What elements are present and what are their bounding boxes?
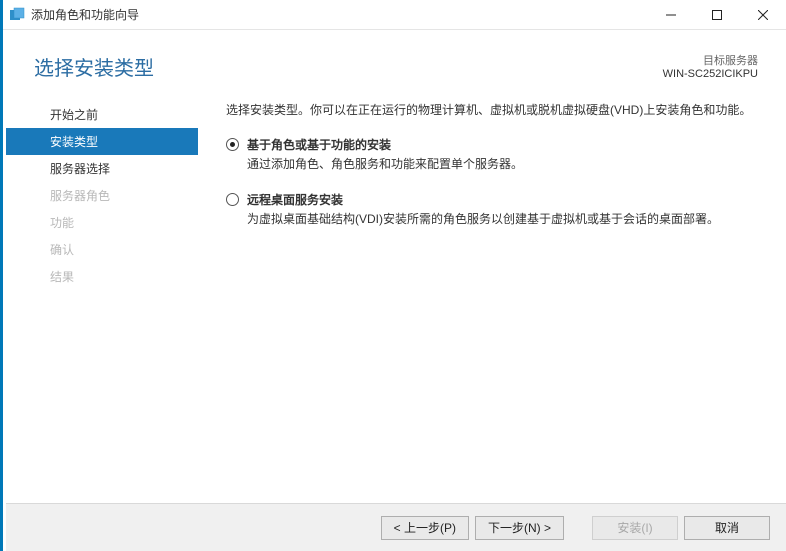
content-area: 选择安装类型 目标服务器 WIN-SC252ICIKPU 开始之前 安装类型 服… — [6, 30, 786, 503]
cancel-button[interactable]: 取消 — [684, 516, 770, 540]
nav-before-you-begin[interactable]: 开始之前 — [6, 101, 198, 128]
maximize-button[interactable] — [694, 0, 740, 30]
install-button: 安装(I) — [592, 516, 678, 540]
option-role-based-title: 基于角色或基于功能的安装 — [247, 136, 758, 153]
option-rds-body: 远程桌面服务安装 为虚拟桌面基础结构(VDI)安装所需的角色服务以创建基于虚拟机… — [247, 191, 758, 228]
radio-role-based[interactable] — [226, 138, 239, 151]
minimize-button[interactable] — [648, 0, 694, 30]
nav-results: 结果 — [6, 263, 198, 290]
titlebar: 添加角色和功能向导 — [3, 0, 786, 30]
nav-installation-type[interactable]: 安装类型 — [6, 128, 198, 155]
body: 开始之前 安装类型 服务器选择 服务器角色 功能 确认 结果 选择安装类型。你可… — [6, 95, 786, 503]
app-icon — [9, 7, 25, 23]
target-label: 目标服务器 — [663, 52, 758, 68]
target-info: 目标服务器 WIN-SC252ICIKPU — [663, 52, 758, 80]
radio-rds[interactable] — [226, 193, 239, 206]
prev-button[interactable]: < 上一步(P) — [381, 516, 469, 540]
target-name: WIN-SC252ICIKPU — [663, 68, 758, 80]
page-title: 选择安装类型 — [34, 52, 154, 81]
main-panel: 选择安装类型。你可以在正在运行的物理计算机、虚拟机或脱机虚拟硬盘(VHD)上安装… — [206, 95, 786, 503]
nav-confirmation: 确认 — [6, 236, 198, 263]
option-role-based-desc: 通过添加角色、角色服务和功能来配置单个服务器。 — [247, 155, 758, 173]
intro-text: 选择安装类型。你可以在正在运行的物理计算机、虚拟机或脱机虚拟硬盘(VHD)上安装… — [226, 101, 758, 120]
nav-server-selection[interactable]: 服务器选择 — [6, 155, 198, 182]
header: 选择安装类型 目标服务器 WIN-SC252ICIKPU — [6, 30, 786, 95]
window-controls — [648, 0, 786, 29]
nav-server-roles: 服务器角色 — [6, 182, 198, 209]
option-rds-title: 远程桌面服务安装 — [247, 191, 758, 208]
footer: < 上一步(P) 下一步(N) > 安装(I) 取消 — [6, 503, 786, 551]
option-rds[interactable]: 远程桌面服务安装 为虚拟桌面基础结构(VDI)安装所需的角色服务以创建基于虚拟机… — [226, 191, 758, 228]
window-title: 添加角色和功能向导 — [31, 6, 648, 23]
option-rds-desc: 为虚拟桌面基础结构(VDI)安装所需的角色服务以创建基于虚拟机或基于会话的桌面部… — [247, 210, 758, 228]
close-button[interactable] — [740, 0, 786, 30]
next-button[interactable]: 下一步(N) > — [475, 516, 564, 540]
option-role-based-body: 基于角色或基于功能的安装 通过添加角色、角色服务和功能来配置单个服务器。 — [247, 136, 758, 173]
nav-features: 功能 — [6, 209, 198, 236]
sidebar: 开始之前 安装类型 服务器选择 服务器角色 功能 确认 结果 — [6, 95, 206, 503]
option-role-based[interactable]: 基于角色或基于功能的安装 通过添加角色、角色服务和功能来配置单个服务器。 — [226, 136, 758, 173]
